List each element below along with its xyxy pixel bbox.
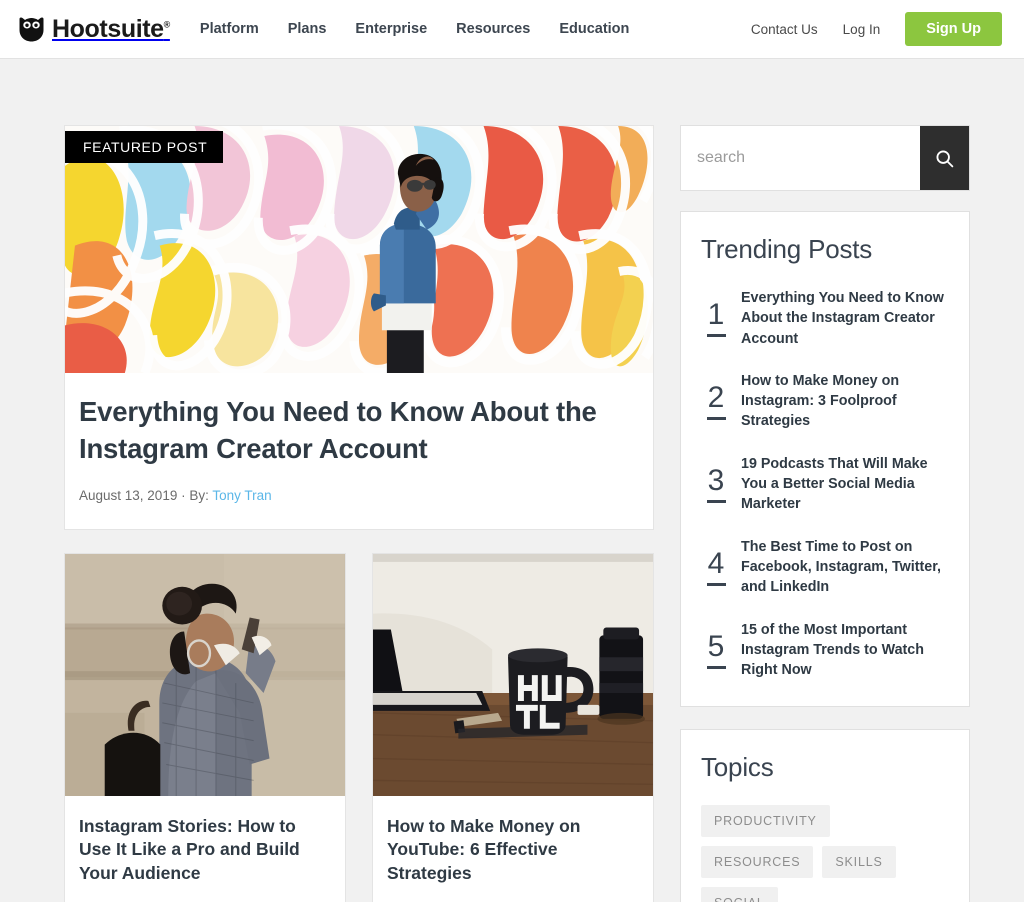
trending-rank-rule xyxy=(706,583,726,587)
owl-icon xyxy=(19,16,44,41)
post-card-body-1: Instagram Stories: How to Use It Like a … xyxy=(65,798,345,902)
trending-item-title[interactable]: 15 of the Most Important Instagram Trend… xyxy=(741,619,950,681)
post-card-instagram-stories[interactable]: Instagram Stories: How to Use It Like a … xyxy=(64,553,346,902)
trending-item[interactable]: 3 19 Podcasts That Will Make You a Bette… xyxy=(701,453,950,515)
stone-wall-photo xyxy=(65,554,345,797)
trending-rank-number: 5 xyxy=(707,630,725,663)
trending-rank-rule xyxy=(706,500,726,504)
featured-post-date: August 13, 2019 xyxy=(79,488,178,504)
main-navigation: Platform Plans Enterprise Resources Educ… xyxy=(200,21,630,37)
site-header: Hootsuite® Platform Plans Enterprise Res… xyxy=(0,0,1024,59)
trending-rank-number: 1 xyxy=(707,298,725,332)
trending-item-title[interactable]: Everything You Need to Know About the In… xyxy=(741,287,950,349)
search-icon xyxy=(936,149,954,167)
featured-post-card[interactable]: FEATURED POST Everything You Need to Kno… xyxy=(64,125,654,531)
sidebar: Trending Posts 1 Everything You Need to … xyxy=(680,125,970,902)
nav-item-plans[interactable]: Plans xyxy=(288,21,327,37)
trending-item[interactable]: 1 Everything You Need to Know About the … xyxy=(701,287,950,349)
topic-tag-social[interactable]: SOCIAL xyxy=(701,887,778,902)
trending-rank: 3 xyxy=(701,453,731,515)
trending-posts-title: Trending Posts xyxy=(701,234,873,264)
search-bar xyxy=(680,125,970,191)
trending-item-title[interactable]: The Best Time to Post on Facebook, Insta… xyxy=(741,536,950,598)
mural-artwork xyxy=(65,126,653,374)
featured-post-body: Everything You Need to Know About the In… xyxy=(65,374,653,529)
contact-us-link[interactable]: Contact Us xyxy=(751,22,818,37)
post-card-title-1[interactable]: Instagram Stories: How to Use It Like a … xyxy=(79,815,329,885)
trending-item[interactable]: 2 How to Make Money on Instagram: 3 Fool… xyxy=(701,370,950,432)
nav-item-resources[interactable]: Resources xyxy=(456,21,530,37)
search-button[interactable] xyxy=(920,126,969,190)
log-in-link[interactable]: Log In xyxy=(843,22,881,37)
nav-item-enterprise[interactable]: Enterprise xyxy=(355,21,427,37)
topics-title: Topics xyxy=(701,752,774,783)
trending-rank-rule xyxy=(706,417,726,421)
site-logo[interactable]: Hootsuite® xyxy=(18,14,171,43)
trending-rank: 1 xyxy=(701,287,731,349)
featured-post-meta: August 13, 2019 · By: Tony Tran xyxy=(79,488,631,503)
logo-wordmark: Hootsuite® xyxy=(52,14,171,43)
trending-rank-number: 3 xyxy=(707,464,725,498)
meta-separator: · xyxy=(177,488,190,504)
page-body: FEATURED POST Everything You Need to Kno… xyxy=(0,59,1024,902)
featured-post-badge: FEATURED POST xyxy=(65,131,224,163)
trending-rank-number: 4 xyxy=(707,547,725,581)
topics-panel: Topics PRODUCTIVITY RESOURCES SKILLS SOC… xyxy=(680,729,970,902)
topic-tag-resources[interactable]: RESOURCES xyxy=(701,846,814,879)
post-card-youtube-money[interactable]: How to Make Money on YouTube: 6 Effectiv… xyxy=(372,553,654,902)
post-card-image-2 xyxy=(373,554,653,798)
main-content: FEATURED POST Everything You Need to Kno… xyxy=(64,125,654,902)
trending-item-title[interactable]: How to Make Money on Instagram: 3 Foolpr… xyxy=(741,370,950,432)
trending-rank-rule xyxy=(706,666,726,669)
sign-up-button[interactable]: Sign Up xyxy=(905,12,1002,46)
nav-item-platform[interactable]: Platform xyxy=(200,21,259,37)
trending-rank-rule xyxy=(706,334,726,338)
nav-item-education[interactable]: Education xyxy=(559,21,629,37)
trending-rank: 2 xyxy=(701,370,731,432)
trending-rank: 5 xyxy=(701,619,731,681)
trending-rank-number: 2 xyxy=(707,381,725,415)
post-card-row: Instagram Stories: How to Use It Like a … xyxy=(64,553,654,902)
featured-post-title[interactable]: Everything You Need to Know About the In… xyxy=(79,394,631,467)
by-label: By: xyxy=(189,488,213,504)
header-actions: Contact Us Log In Sign Up xyxy=(751,12,1002,46)
post-card-title-2[interactable]: How to Make Money on YouTube: 6 Effectiv… xyxy=(387,815,637,885)
trending-posts-panel: Trending Posts 1 Everything You Need to … xyxy=(680,211,970,708)
registered-mark: ® xyxy=(163,19,171,30)
trending-rank: 4 xyxy=(701,536,731,598)
post-card-body-2: How to Make Money on YouTube: 6 Effectiv… xyxy=(373,798,653,902)
trending-item-title[interactable]: 19 Podcasts That Will Make You a Better … xyxy=(741,453,950,515)
featured-post-image: FEATURED POST xyxy=(65,126,653,374)
featured-post-author-link[interactable]: Tony Tran xyxy=(212,488,271,503)
trending-item[interactable]: 5 15 of the Most Important Instagram Tre… xyxy=(701,619,950,681)
post-card-image-1 xyxy=(65,554,345,798)
topic-tag-productivity[interactable]: PRODUCTIVITY xyxy=(701,805,830,838)
topic-tag-skills[interactable]: SKILLS xyxy=(822,846,896,879)
topic-tag-list: PRODUCTIVITY RESOURCES SKILLS SOCIAL SOC… xyxy=(701,805,950,902)
search-input[interactable] xyxy=(681,126,920,190)
trending-item[interactable]: 4 The Best Time to Post on Facebook, Ins… xyxy=(701,536,950,598)
desk-hustle-mug-photo xyxy=(373,554,653,797)
